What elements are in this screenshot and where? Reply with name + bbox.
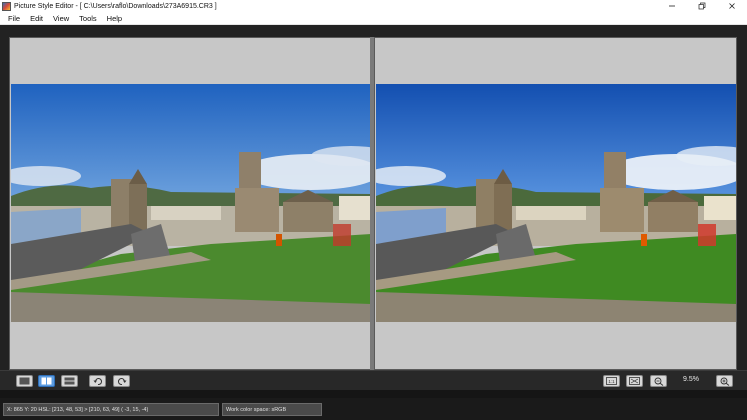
close-icon — [729, 3, 735, 9]
side-by-side-view-icon — [41, 377, 52, 385]
actual-size-button[interactable]: 1:1 — [603, 375, 620, 387]
rotate-right-icon — [117, 377, 126, 385]
restore-button[interactable] — [687, 0, 717, 12]
side-by-side-view-button[interactable] — [38, 375, 55, 387]
toolbar-separator — [0, 390, 747, 398]
close-button[interactable] — [717, 0, 747, 12]
single-view-icon — [19, 377, 30, 385]
menu-help[interactable]: Help — [102, 12, 127, 25]
single-view-button[interactable] — [16, 375, 33, 387]
menu-edit[interactable]: Edit — [25, 12, 48, 25]
app-icon — [2, 1, 11, 11]
svg-text:1:1: 1:1 — [608, 379, 615, 384]
menu-tools[interactable]: Tools — [74, 12, 102, 25]
actual-size-icon: 1:1 — [606, 377, 617, 385]
status-bar: X: 865 Y: 20 HSL: [213, 48, 53] > [210, … — [0, 398, 747, 420]
color-space-readout: Work color space: sRGB — [222, 403, 322, 416]
pixel-info-readout: X: 865 Y: 20 HSL: [213, 48, 53] > [210, … — [3, 403, 219, 416]
menu-view[interactable]: View — [48, 12, 74, 25]
restore-icon — [698, 2, 706, 10]
window-title: Picture Style Editor - [ C:\Users\raflo\… — [14, 2, 217, 10]
title-bar: Picture Style Editor - [ C:\Users\raflo\… — [0, 0, 747, 12]
window-controls — [657, 0, 747, 12]
zoom-in-icon — [720, 377, 729, 386]
preview-panel-original[interactable] — [9, 37, 372, 370]
menu-bar: File Edit View Tools Help — [0, 12, 747, 25]
zoom-in-button[interactable] — [716, 375, 733, 387]
rotate-right-button[interactable] — [113, 375, 130, 387]
photo-original[interactable] — [11, 84, 371, 322]
fit-to-window-icon — [629, 377, 640, 385]
zoom-out-button[interactable] — [650, 375, 667, 387]
zoom-out-icon — [654, 377, 663, 386]
menu-file[interactable]: File — [0, 12, 25, 25]
view-toolbar: 1:1 9.5% — [0, 370, 747, 390]
zoom-level: 9.5% — [683, 376, 699, 383]
preview-panel-adjusted[interactable] — [374, 37, 737, 370]
rotate-left-button[interactable] — [89, 375, 106, 387]
minimize-button[interactable] — [657, 0, 687, 12]
image-workspace — [0, 25, 747, 370]
rotate-left-icon — [93, 377, 102, 385]
split-view-icon — [64, 377, 75, 385]
photo-adjusted[interactable] — [376, 84, 736, 322]
split-view-button[interactable] — [61, 375, 78, 387]
minimize-icon — [669, 5, 675, 7]
fit-to-window-button[interactable] — [626, 375, 643, 387]
